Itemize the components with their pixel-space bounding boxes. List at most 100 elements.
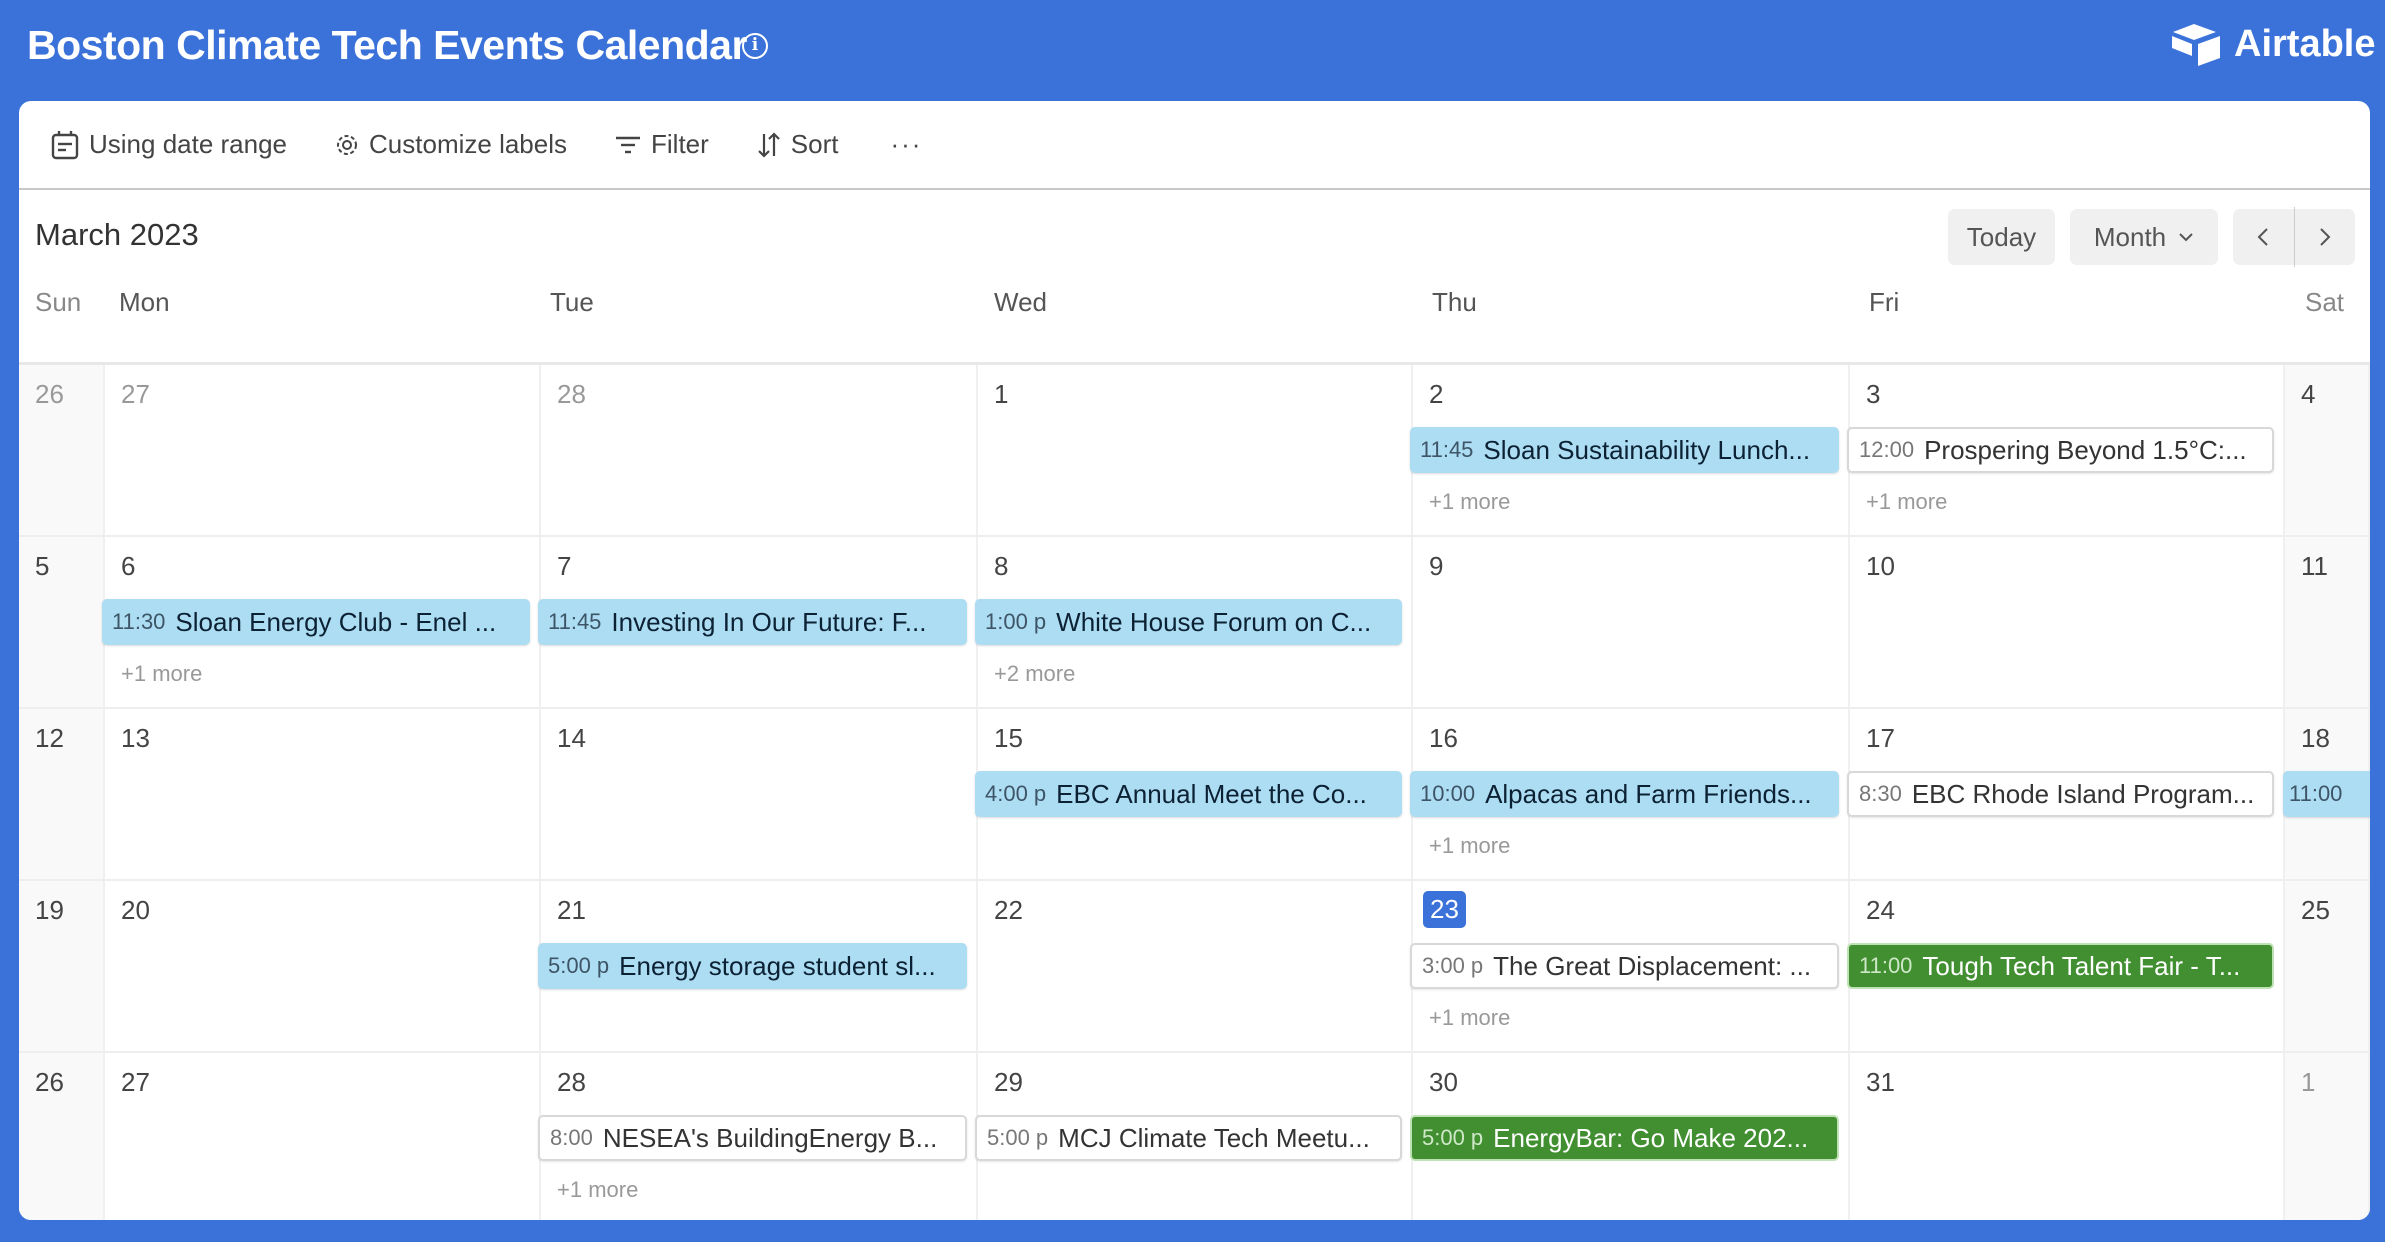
view-select-value: Month bbox=[2093, 221, 2167, 252]
day-cell[interactable]: 23 3:00 p The Great Displacement: ... +1 mo… bbox=[1410, 881, 1850, 1051]
day-cell[interactable]: 21 5:00 p Energy storage student sl... bbox=[538, 881, 978, 1051]
more-events-link[interactable]: +1 more bbox=[1429, 1005, 1510, 1031]
week-row: 19 20 21 5:00 p Energy storage student sl...… bbox=[19, 881, 2370, 1053]
more-events-link[interactable]: +2 more bbox=[994, 661, 1075, 687]
day-cell[interactable]: 3 12:00 Prospering Beyond 1.5°C:... +1 more bbox=[1847, 365, 2285, 535]
filter-button[interactable]: Filter bbox=[615, 129, 709, 160]
event-card[interactable]: 11:45 Investing In Our Future: F... bbox=[538, 599, 967, 645]
day-cell[interactable]: 28 8:00 NESEA's BuildingEnergy B... +1 more bbox=[538, 1053, 978, 1220]
next-month-button[interactable] bbox=[2294, 209, 2355, 265]
event-time: 11:00 bbox=[2289, 781, 2343, 806]
chevron-right-icon bbox=[2320, 228, 2331, 246]
day-cell[interactable]: 30 5:00 p EnergyBar: Go Make 202... bbox=[1410, 1053, 1850, 1220]
more-events-link[interactable]: +1 more bbox=[557, 1177, 638, 1203]
toolbar: Using date range Customize labels Filter… bbox=[19, 101, 2370, 190]
day-cell[interactable]: 5 bbox=[19, 537, 105, 707]
event-card[interactable]: 11:00 bbox=[2283, 771, 2370, 817]
event-card[interactable]: 5:00 p MCJ Climate Tech Meetu... bbox=[975, 1115, 1402, 1161]
customize-labels-button[interactable]: Customize labels bbox=[335, 129, 567, 160]
day-cell[interactable]: 27 bbox=[105, 1053, 541, 1220]
day-cell[interactable]: 4 bbox=[2285, 365, 2370, 535]
day-cell[interactable]: 26 bbox=[19, 1053, 105, 1220]
day-cell[interactable]: 12 bbox=[19, 709, 105, 879]
event-title: EBC Rhode Island Program... bbox=[1911, 778, 2255, 809]
event-card[interactable]: 10:00 Alpacas and Farm Friends... bbox=[1410, 771, 1839, 817]
day-cell[interactable]: 10 bbox=[1850, 537, 2285, 707]
filter-label: Filter bbox=[651, 129, 709, 159]
day-cell[interactable]: 8 1:00 p White House Forum on C... +2 more bbox=[975, 537, 1413, 707]
calendar-grid: 26 27 28 1 2 11:45 Sloan Sustainability Lunch.… bbox=[19, 362, 2370, 1220]
day-cell[interactable]: 25 bbox=[2285, 881, 2370, 1051]
today-button[interactable]: Today bbox=[1948, 209, 2055, 265]
event-title: Tough Tech Talent Fair - T... bbox=[1922, 950, 2241, 981]
gear-icon bbox=[337, 134, 358, 155]
day-cell[interactable]: 20 bbox=[105, 881, 541, 1051]
day-cell[interactable]: 26 bbox=[19, 365, 105, 535]
event-card[interactable]: 8:00 NESEA's BuildingEnergy B... bbox=[538, 1115, 967, 1161]
event-card[interactable]: 8:30 EBC Rhode Island Program... bbox=[1847, 771, 2274, 817]
more-options-button[interactable]: ··· bbox=[890, 129, 922, 160]
event-card[interactable]: 4:00 p EBC Annual Meet the Co... bbox=[975, 771, 1402, 817]
airtable-brand[interactable]: Airtable bbox=[2170, 22, 2375, 66]
day-number: 20 bbox=[121, 895, 150, 925]
day-number: 24 bbox=[1866, 895, 1895, 925]
month-title: March 2023 bbox=[35, 217, 199, 252]
day-cell[interactable]: 31 bbox=[1850, 1053, 2285, 1220]
event-time: 10:00 bbox=[1420, 781, 1476, 806]
event-title: MCJ Climate Tech Meetu... bbox=[1058, 1122, 1370, 1153]
event-card[interactable]: 3:00 p The Great Displacement: ... bbox=[1410, 943, 1839, 989]
more-events-link[interactable]: +1 more bbox=[1429, 833, 1510, 859]
day-cell[interactable]: 27 bbox=[105, 365, 541, 535]
today-date-badge: 23 bbox=[1423, 891, 1466, 928]
day-number: 17 bbox=[1866, 723, 1895, 753]
day-cell[interactable]: 24 11:00 Tough Tech Talent Fair - T... bbox=[1847, 881, 2285, 1051]
event-time: 1:00 p bbox=[985, 609, 1047, 634]
day-cell[interactable]: 11 bbox=[2285, 537, 2370, 707]
day-number: 1 bbox=[994, 379, 1009, 409]
more-events-link[interactable]: +1 more bbox=[1866, 489, 1947, 515]
day-cell[interactable]: 22 bbox=[978, 881, 1413, 1051]
day-cell[interactable]: 1 bbox=[2285, 1053, 2370, 1220]
view-select[interactable]: Month bbox=[2070, 209, 2218, 265]
event-card[interactable]: 5:00 p Energy storage student sl... bbox=[538, 943, 967, 989]
day-cell[interactable]: 18 11:00 bbox=[2283, 709, 2370, 879]
weekday-label: Thu bbox=[1432, 287, 1477, 317]
day-number: 2 bbox=[1429, 379, 1444, 409]
day-cell[interactable]: 15 4:00 p EBC Annual Meet the Co... bbox=[975, 709, 1413, 879]
week-row: 5 6 11:30 Sloan Energy Club - Enel ... +1 mo… bbox=[19, 537, 2370, 709]
chevron-down-icon bbox=[2179, 233, 2193, 242]
day-cell[interactable]: 28 bbox=[541, 365, 978, 535]
day-cell[interactable]: 7 11:45 Investing In Our Future: F... bbox=[538, 537, 978, 707]
date-range-button[interactable]: Using date range bbox=[51, 129, 287, 160]
day-number: 18 bbox=[2301, 723, 2330, 753]
previous-month-button[interactable] bbox=[2233, 209, 2294, 265]
day-cell[interactable]: 2 11:45 Sloan Sustainability Lunch... +1 mo… bbox=[1410, 365, 1850, 535]
day-cell[interactable]: 6 11:30 Sloan Energy Club - Enel ... +1 mor… bbox=[102, 537, 541, 707]
weekday-label: Fri bbox=[1869, 287, 1900, 317]
event-time: 11:30 bbox=[112, 609, 166, 634]
day-number: 15 bbox=[994, 723, 1023, 753]
info-icon[interactable]: i bbox=[742, 33, 768, 59]
event-time: 5:00 p bbox=[987, 1125, 1049, 1150]
day-cell[interactable]: 9 bbox=[1413, 537, 1850, 707]
more-events-link[interactable]: +1 more bbox=[1429, 489, 1510, 515]
event-card[interactable]: 11:30 Sloan Energy Club - Enel ... bbox=[102, 599, 530, 645]
day-cell[interactable]: 14 bbox=[541, 709, 978, 879]
day-cell[interactable]: 1 bbox=[978, 365, 1413, 535]
event-card[interactable]: 12:00 Prospering Beyond 1.5°C:... bbox=[1847, 427, 2274, 473]
event-card[interactable]: 11:00 Tough Tech Talent Fair - T... bbox=[1847, 943, 2274, 989]
more-events-link[interactable]: +1 more bbox=[121, 661, 202, 687]
event-card[interactable]: 5:00 p EnergyBar: Go Make 202... bbox=[1410, 1115, 1839, 1161]
day-cell[interactable]: 16 10:00 Alpacas and Farm Friends... +1 mor… bbox=[1410, 709, 1850, 879]
event-card[interactable]: 11:45 Sloan Sustainability Lunch... bbox=[1410, 427, 1839, 473]
sort-button[interactable]: Sort bbox=[757, 129, 838, 160]
day-number: 8 bbox=[994, 551, 1009, 581]
event-card[interactable]: 1:00 p White House Forum on C... bbox=[975, 599, 1402, 645]
day-cell[interactable]: 13 bbox=[105, 709, 541, 879]
event-title: EBC Annual Meet the Co... bbox=[1056, 778, 1367, 809]
day-cell[interactable]: 29 5:00 p MCJ Climate Tech Meetu... bbox=[975, 1053, 1413, 1220]
day-number: 19 bbox=[35, 895, 64, 925]
day-number: 13 bbox=[121, 723, 150, 753]
day-cell[interactable]: 19 bbox=[19, 881, 105, 1051]
day-cell[interactable]: 17 8:30 EBC Rhode Island Program... bbox=[1847, 709, 2285, 879]
